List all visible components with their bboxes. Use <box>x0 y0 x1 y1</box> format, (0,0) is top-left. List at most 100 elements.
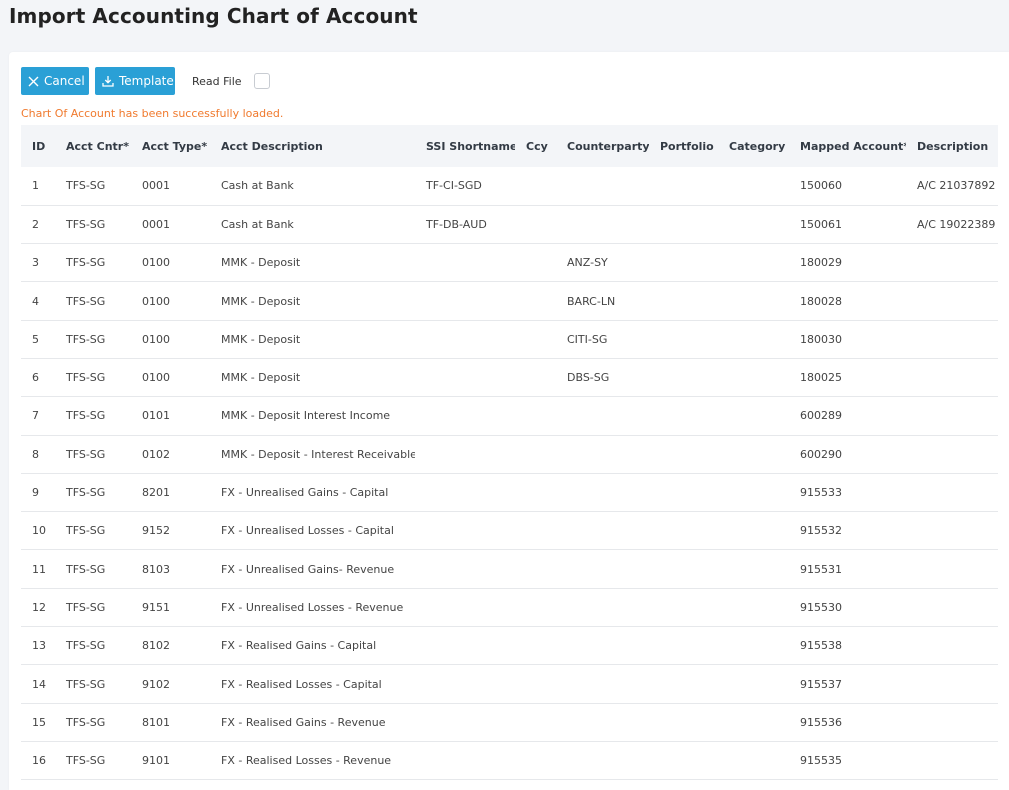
table-cell: 915537 <box>800 677 842 691</box>
chart-of-account-table: ID Acct Cntr* Acct Type* Acct Description SS… <box>21 125 998 780</box>
table-cell <box>906 665 998 703</box>
table-cell: 9151 <box>142 600 170 614</box>
table-cell <box>906 703 998 741</box>
table-cell <box>649 627 718 665</box>
table-cell: 915530 <box>800 600 842 614</box>
table-cell: TFS-SG <box>66 600 106 614</box>
table-cell <box>515 244 556 282</box>
table-cell <box>906 627 998 665</box>
table-cell <box>515 741 556 779</box>
table-cell: MMK - Deposit Interest Income <box>221 409 391 423</box>
table-cell: Cash at Bank <box>221 179 294 193</box>
table-cell: FX - Unrealised Losses - Revenue <box>221 600 404 614</box>
template-button[interactable]: Template <box>95 67 175 95</box>
column-header[interactable]: Acct Cntr* <box>55 125 131 167</box>
table-row[interactable]: 8 TFS-SG 0102 MMK - Deposit - Interest Rece… <box>21 435 998 474</box>
table-row[interactable]: 13 TFS-SG 8102 FX - Realised Gains - Capita… <box>21 627 998 665</box>
table-row[interactable]: 7 TFS-SG 0101 MMK - Deposit Interest Income… <box>21 397 998 436</box>
table-cell <box>906 588 998 626</box>
table-cell <box>415 512 515 550</box>
table-cell <box>649 167 718 205</box>
table-cell <box>556 473 649 511</box>
column-header[interactable]: Ccy <box>515 125 556 167</box>
table-cell: FX - Unrealised Gains- Revenue <box>221 562 395 576</box>
table-row[interactable]: 1 TFS-SG 0001 Cash at Bank TF-CI-SGD 150060 A/… <box>21 167 998 206</box>
toolbar: Cancel Template Read File <box>21 67 270 95</box>
table-cell: DBS-SG <box>567 371 610 385</box>
table-cell: TFS-SG <box>66 332 106 346</box>
column-header[interactable]: Mapped Account* <box>789 125 906 167</box>
table-row[interactable]: 6 TFS-SG 0100 MMK - Deposit DBS-SG 180025 <box>21 358 998 397</box>
table-cell: 600290 <box>800 447 842 461</box>
table-cell: 9102 <box>142 677 170 691</box>
table-cell <box>906 473 998 511</box>
column-header[interactable]: Acct Type* <box>131 125 210 167</box>
table-cell: TFS-SG <box>66 715 106 729</box>
table-cell: 180029 <box>800 256 842 270</box>
table-cell: 0102 <box>142 447 170 461</box>
table-cell: TFS-SG <box>66 524 106 538</box>
column-header[interactable]: Category <box>718 125 789 167</box>
table-cell <box>415 473 515 511</box>
column-header[interactable]: Portfolio <box>649 125 718 167</box>
column-header[interactable]: Counterparty <box>556 125 649 167</box>
table-cell <box>649 550 718 588</box>
table-row[interactable]: 2 TFS-SG 0001 Cash at Bank TF-DB-AUD 150061 A/… <box>21 205 998 244</box>
table-cell: TF-DB-AUD <box>426 217 487 231</box>
table-row[interactable]: 4 TFS-SG 0100 MMK - Deposit BARC-LN 180028 <box>21 282 998 321</box>
table-row[interactable]: 11 TFS-SG 8103 FX - Unrealised Gains- Reven… <box>21 550 998 589</box>
cancel-button[interactable]: Cancel <box>21 67 89 95</box>
table-row[interactable]: 10 TFS-SG 9152 FX - Unrealised Losses - Cap… <box>21 512 998 550</box>
column-header[interactable]: Acct Description <box>210 125 415 167</box>
table-cell: MMK - Deposit <box>221 332 301 346</box>
table-row[interactable]: 14 TFS-SG 9102 FX - Realised Losses - Capit… <box>21 665 998 704</box>
table-cell: 915531 <box>800 562 842 576</box>
table-cell: 915532 <box>800 524 842 538</box>
table-cell <box>906 741 998 779</box>
table-cell: TFS-SG <box>66 447 106 461</box>
table-cell: TFS-SG <box>66 294 106 308</box>
table-row[interactable]: 16 TFS-SG 9101 FX - Realised Losses - Reven… <box>21 741 998 780</box>
table-cell <box>515 282 556 320</box>
table-cell <box>649 703 718 741</box>
table-cell: 180028 <box>800 294 842 308</box>
table-row[interactable]: 15 TFS-SG 8101 FX - Realised Gains - Revenu… <box>21 703 998 742</box>
table-cell <box>718 703 789 741</box>
table-cell <box>515 550 556 588</box>
table-cell: TFS-SG <box>66 409 106 423</box>
read-file-toggle: Read File <box>192 73 270 89</box>
table-cell <box>718 473 789 511</box>
table-header-row: ID Acct Cntr* Acct Type* Acct Description SS… <box>21 125 998 167</box>
table-cell: 8201 <box>142 486 170 500</box>
table-row[interactable]: 5 TFS-SG 0100 MMK - Deposit CITI-SG 180030 <box>21 320 998 359</box>
table-cell: FX - Unrealised Gains - Capital <box>221 486 389 500</box>
table-row[interactable]: 12 TFS-SG 9151 FX - Unrealised Losses - Rev… <box>21 588 998 627</box>
table-cell <box>515 167 556 205</box>
table-cell <box>718 512 789 550</box>
column-header[interactable]: ID <box>21 125 55 167</box>
table-cell <box>515 627 556 665</box>
cancel-label: Cancel <box>44 74 85 88</box>
table-cell <box>515 320 556 358</box>
table-cell: 9152 <box>142 524 170 538</box>
table-cell: 8 <box>32 447 39 461</box>
table-cell <box>556 741 649 779</box>
status-message: Chart Of Account has been successfully l… <box>21 107 284 120</box>
table-row[interactable]: 3 TFS-SG 0100 MMK - Deposit ANZ-SY 180029 <box>21 244 998 282</box>
table-cell: 0001 <box>142 179 170 193</box>
table-cell: Cash at Bank <box>221 217 294 231</box>
table-cell <box>415 627 515 665</box>
table-row[interactable]: 9 TFS-SG 8201 FX - Unrealised Gains - Capit… <box>21 473 998 512</box>
column-header[interactable]: SSI Shortname <box>415 125 515 167</box>
table-cell <box>515 397 556 435</box>
table-cell <box>415 741 515 779</box>
table-cell <box>649 205 718 243</box>
table-cell: 600289 <box>800 409 842 423</box>
read-file-checkbox[interactable] <box>253 73 270 89</box>
table-cell: TFS-SG <box>66 754 106 768</box>
table-cell <box>649 512 718 550</box>
table-cell <box>649 320 718 358</box>
table-cell: MMK - Deposit - Interest Receivables <box>221 447 415 461</box>
table-cell: TFS-SG <box>66 677 106 691</box>
column-header[interactable]: Description <box>906 125 998 167</box>
